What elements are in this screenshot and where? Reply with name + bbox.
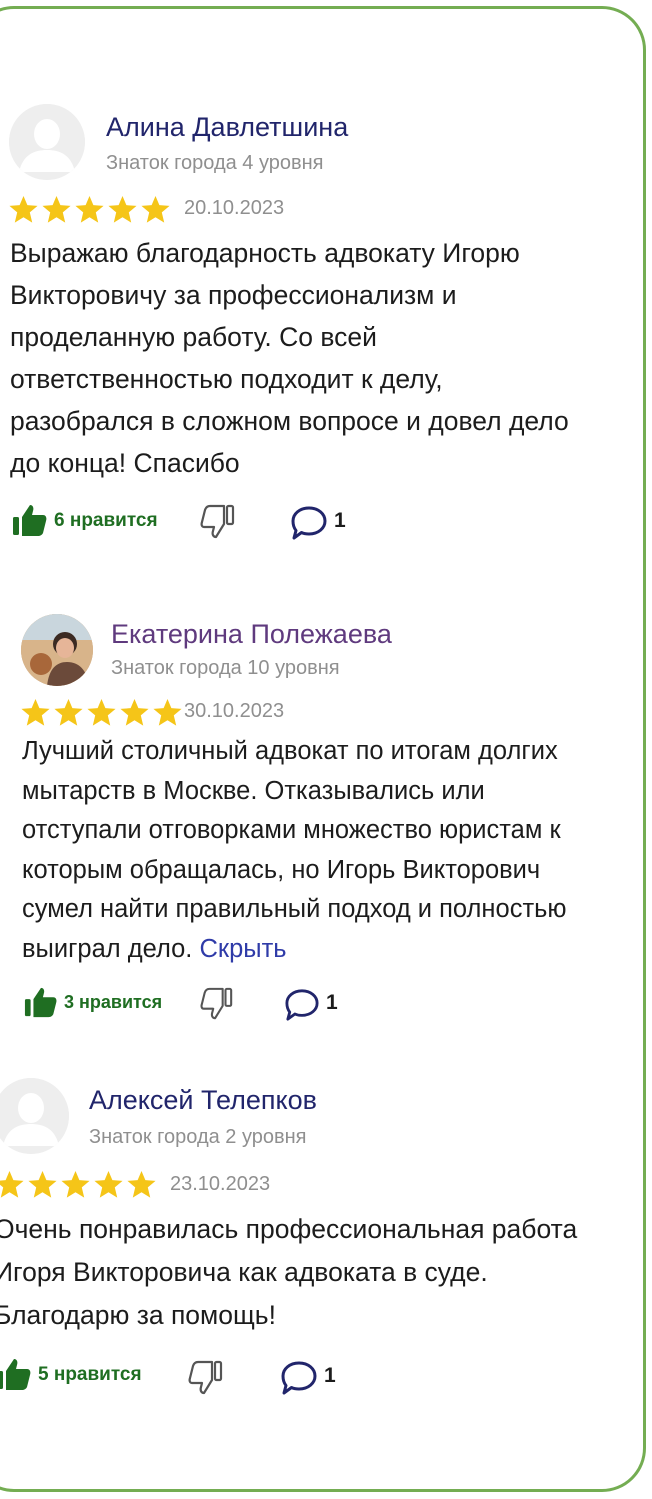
dislike-button[interactable]	[200, 987, 234, 1026]
thumbs-down-icon	[200, 987, 234, 1025]
review-text-line: сумел найти правильный подход и полность…	[22, 895, 567, 923]
star-icon	[75, 195, 104, 223]
star-icon	[153, 698, 182, 726]
thumbs-up-icon	[12, 502, 48, 543]
review-text-line: выиграл дело. Скрыть	[22, 930, 652, 970]
thumbs-up-icon	[24, 985, 58, 1024]
review-text-line: до конца! Спасибо	[10, 448, 240, 478]
star-icon	[94, 1170, 123, 1198]
rating-stars	[8, 194, 171, 225]
comment-bubble-icon	[284, 988, 320, 1027]
star-icon	[87, 698, 116, 726]
review-text-line: Выражаю благодарность адвокату Игорю	[10, 238, 520, 268]
review-text-line: Благодарю за помощь!	[0, 1300, 276, 1330]
comment-bubble-icon	[290, 505, 328, 546]
star-icon	[54, 698, 83, 726]
thumbs-down-icon	[188, 1360, 224, 1400]
review-date: 23.10.2023	[170, 1173, 271, 1195]
star-icon	[9, 195, 38, 223]
comment-count: 1	[334, 509, 346, 532]
like-count: 5 нравится	[38, 1364, 142, 1385]
like-count: 6 нравится	[54, 510, 158, 531]
review-text-line: отступали отговорками множество юристам …	[22, 816, 561, 844]
author-level: Знаток города 2 уровня	[89, 1126, 307, 1148]
review-text-line: Очень понравилась профессиональная работ…	[0, 1214, 578, 1244]
author-name[interactable]: Алина Давлетшина	[106, 112, 348, 143]
review-text: Выражаю благодарность адвокату Игорю Вик…	[10, 232, 652, 484]
thumbs-up-icon	[0, 1356, 32, 1397]
review-text: Очень понравилась профессиональная работ…	[0, 1208, 652, 1337]
review-text-line: проделанную работу. Со всей	[10, 322, 377, 352]
author-name[interactable]: Екатерина Полежаева	[111, 619, 392, 650]
star-icon	[108, 195, 137, 223]
thumbs-down-icon	[200, 504, 236, 544]
hide-link[interactable]: Скрыть	[200, 935, 287, 963]
author-level: Знаток города 10 уровня	[111, 657, 340, 679]
star-icon	[120, 698, 149, 726]
review-text-line: разобрался в сложном вопросе и довел дел…	[10, 406, 569, 436]
like-count: 3 нравится	[64, 992, 163, 1012]
review-text-fragment: выиграл дело.	[22, 934, 193, 963]
rating-stars	[0, 1169, 157, 1200]
user-avatar-photo[interactable]	[21, 614, 93, 686]
star-icon	[61, 1170, 90, 1198]
comment-count: 1	[324, 1364, 336, 1387]
star-icon	[141, 195, 170, 223]
comment-count: 1	[326, 991, 338, 1014]
star-icon	[42, 195, 71, 223]
author-name[interactable]: Алексей Телепков	[89, 1085, 317, 1116]
star-icon	[127, 1170, 156, 1198]
comment-bubble-icon	[280, 1360, 318, 1401]
review-text-line: ответственностью подходит к делу,	[10, 364, 443, 394]
star-icon	[0, 1170, 24, 1198]
star-icon	[28, 1170, 57, 1198]
rating-stars	[20, 697, 183, 728]
review-text-line: Игоря Викторовича как адвоката в суде.	[0, 1257, 488, 1287]
review-text-line: мытарств в Москве. Отказывались или	[22, 776, 485, 805]
review-text-line: Викторовичу за профессионализм и	[10, 280, 457, 310]
review-text-line: которым обращалась, но Игорь Викторович	[22, 855, 541, 884]
author-level: Знаток города 4 уровня	[106, 152, 324, 174]
review-text-line: Лучший столичный адвокат по итогам долги…	[22, 737, 558, 765]
review-date: 20.10.2023	[184, 197, 285, 219]
review-date: 30.10.2023	[184, 700, 285, 722]
user-avatar-placeholder-icon[interactable]	[9, 104, 85, 180]
star-icon	[21, 698, 50, 726]
review-text: Лучший столичный адвокат по итогам долги…	[22, 732, 652, 969]
dislike-button[interactable]	[188, 1360, 224, 1401]
dislike-button[interactable]	[200, 504, 236, 545]
